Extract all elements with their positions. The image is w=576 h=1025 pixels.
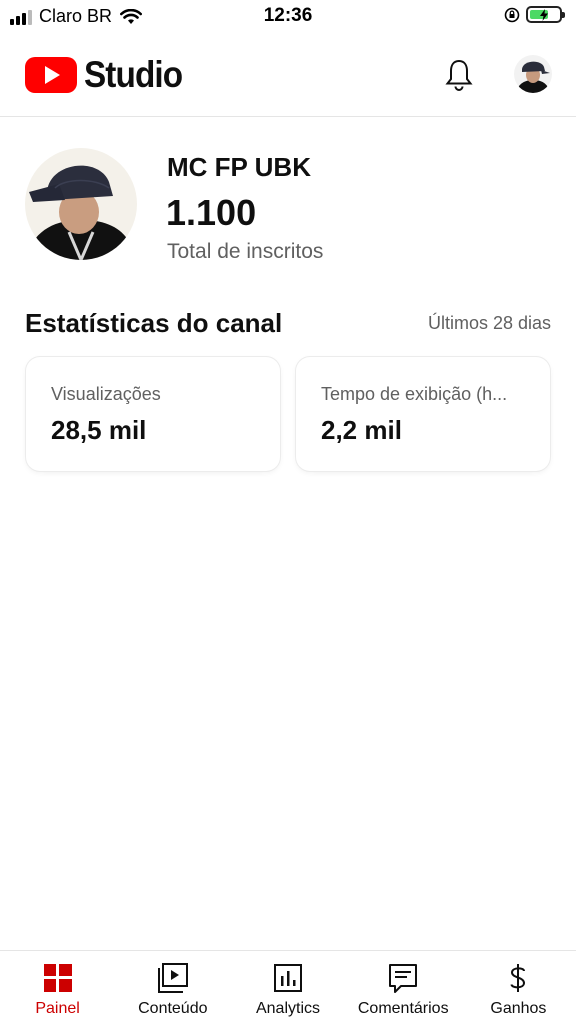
nav-label: Analytics (255, 1000, 321, 1017)
account-avatar[interactable] (514, 55, 552, 93)
stat-card-label: Visualizações (51, 384, 161, 404)
channel-name: MC FP UBK (167, 152, 311, 182)
youtube-studio-logo[interactable]: Studio (25, 54, 193, 96)
stats-period: Últimos 28 dias (427, 313, 551, 333)
nav-item-conteudo[interactable]: Conteúdo (115, 951, 230, 1025)
nav-item-comentarios[interactable]: Comentários (346, 951, 461, 1025)
comments-icon (389, 964, 418, 993)
app-header: Studio (0, 34, 576, 117)
channel-avatar[interactable] (25, 148, 137, 260)
stats-title: Estatísticas do canal (25, 308, 283, 338)
orientation-lock-icon (504, 7, 520, 22)
bell-icon[interactable] (444, 58, 474, 92)
status-right (504, 6, 565, 23)
nav-item-painel[interactable]: Painel (0, 951, 115, 1025)
status-time: 12:36 (263, 5, 313, 26)
nav-label: Painel (35, 1000, 80, 1017)
stat-card-views[interactable]: Visualizações 28,5 mil (26, 357, 280, 471)
logo-text: Studio (84, 54, 183, 95)
bottom-nav: Painel Conteúdo Analytics Comentários Ga… (0, 950, 576, 1025)
content-icon (157, 963, 188, 993)
nav-label: Comentários (357, 1000, 449, 1017)
status-bar: Claro BR 12:36 (0, 0, 576, 34)
stat-card-value: 28,5 mil (51, 415, 147, 445)
stat-card-watch-time[interactable]: Tempo de exibição (h... 2,2 mil (296, 357, 550, 471)
nav-label: Conteúdo (138, 1000, 208, 1017)
nav-item-analytics[interactable]: Analytics (230, 951, 345, 1025)
subscriber-label: Total de inscritos (167, 240, 324, 263)
nav-label: Ganhos (490, 1000, 547, 1017)
youtube-logo-icon (25, 57, 77, 93)
stat-card-value: 2,2 mil (321, 415, 402, 445)
battery-icon (526, 6, 565, 23)
subscriber-count: 1.100 (166, 192, 257, 233)
dollar-icon (510, 964, 526, 992)
analytics-icon (274, 964, 302, 992)
nav-item-ganhos[interactable]: Ganhos (461, 951, 576, 1025)
dashboard-icon (43, 964, 72, 992)
stat-card-label: Tempo de exibição (h... (321, 384, 508, 404)
